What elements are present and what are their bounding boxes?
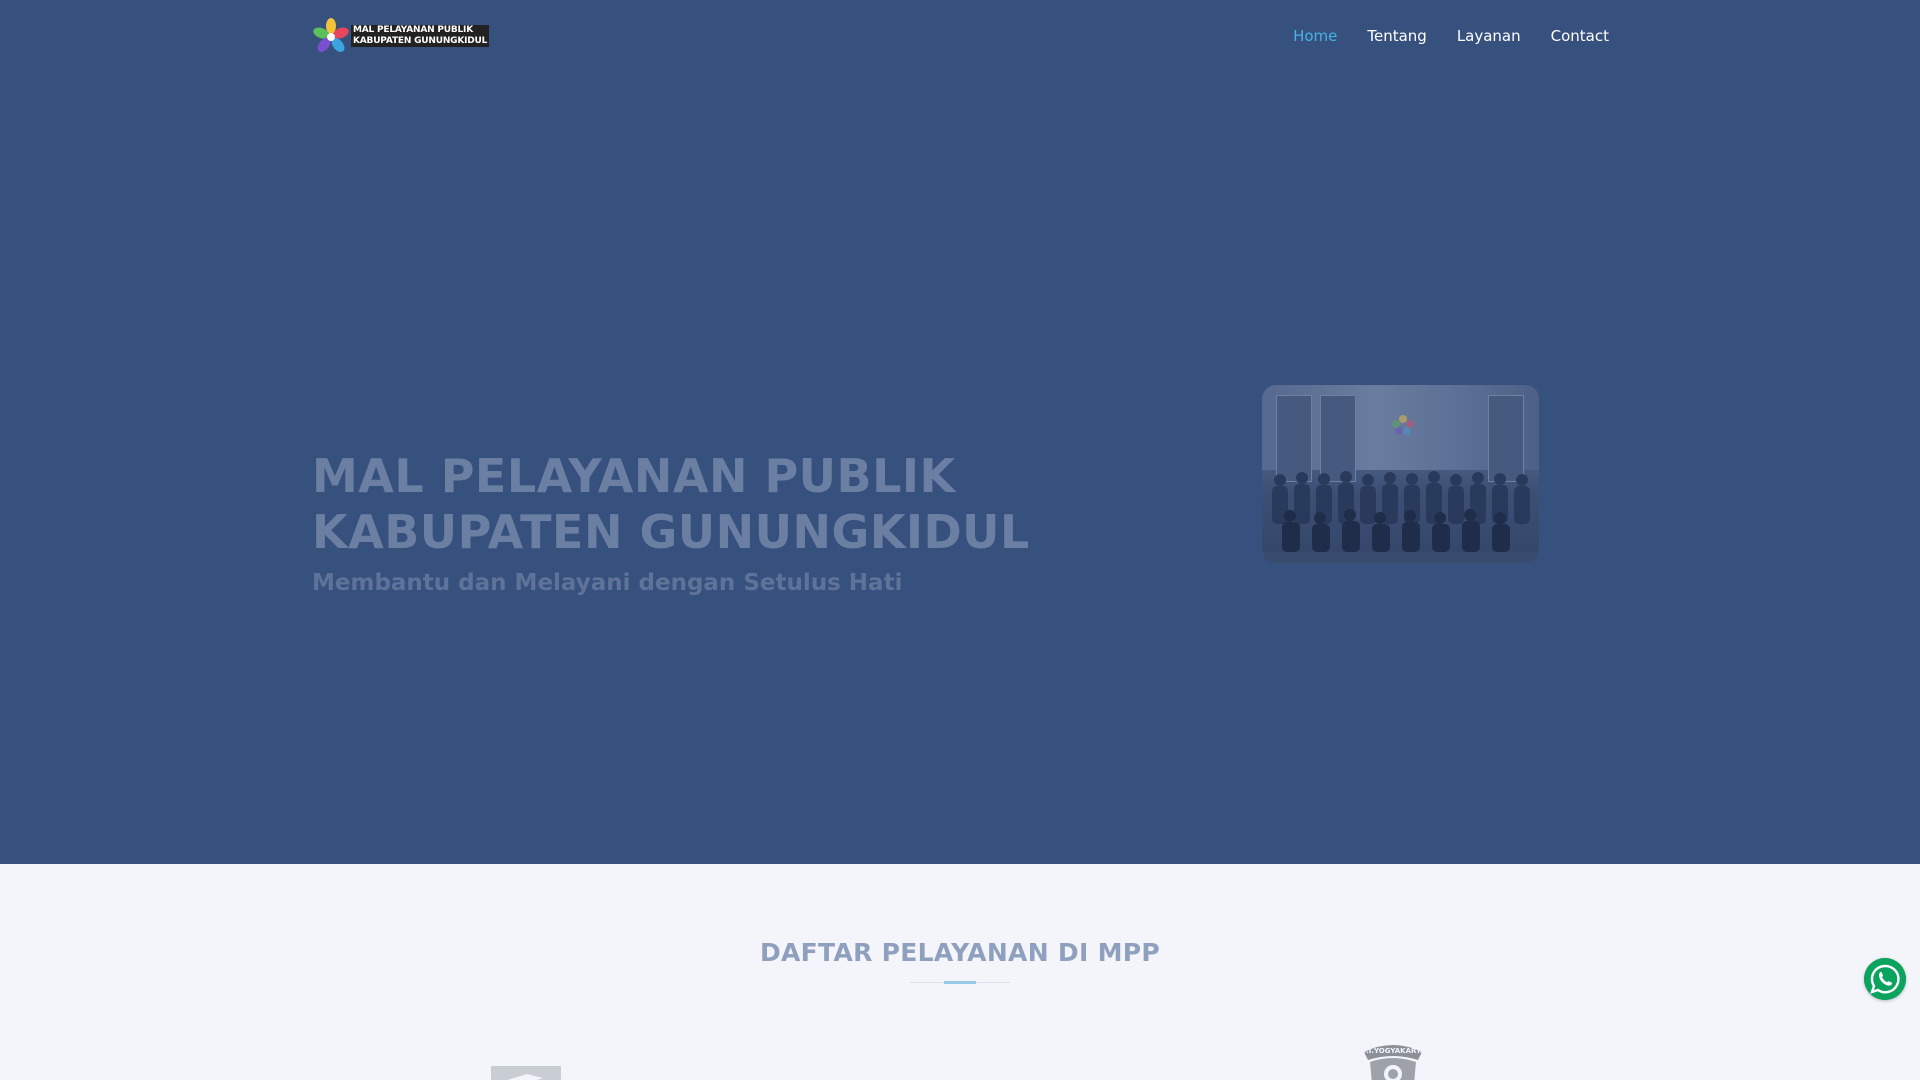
police-badge-icon[interactable]: D.I.YOGYAKARTA	[1358, 1038, 1428, 1080]
hero-title-line-2: KABUPATEN GUNUNGKIDUL	[312, 505, 1030, 559]
site-logo[interactable]: MAL PELAYANAN PUBLIK KABUPATEN GUNUNGKID…	[313, 16, 490, 56]
colorful-flower-logo-icon	[313, 18, 349, 54]
emblem-logo-icon[interactable]	[838, 1066, 908, 1080]
photo-logo-sign-icon	[1392, 415, 1414, 435]
nav-item-home[interactable]: Home	[1278, 24, 1352, 48]
police-badge-text: D.I.YOGYAKARTA	[1360, 1047, 1426, 1055]
title-accent-bar	[944, 981, 976, 984]
agency-logo-icon[interactable]	[1008, 1074, 1088, 1080]
service-logos-row: D.I.YOGYAKARTA	[0, 1030, 1920, 1080]
logo-text: MAL PELAYANAN PUBLIK KABUPATEN GUNUNGKID…	[351, 24, 490, 48]
logo-line-2: KABUPATEN GUNUNGKIDUL	[351, 36, 490, 48]
institution-logo-icon[interactable]	[1186, 1070, 1256, 1080]
hero-title: MAL PELAYANAN PUBLIK KABUPATEN GUNUNGKID…	[312, 448, 1112, 560]
photo-people-group	[1262, 471, 1539, 563]
logo-line-1: MAL PELAYANAN PUBLIK	[351, 24, 490, 36]
hero-group-photo	[1262, 385, 1539, 563]
hero-section: MAL PELAYANAN PUBLIK KABUPATEN GUNUNGKID…	[0, 0, 1920, 864]
main-nav: Home Tentang Layanan Contact	[1278, 24, 1609, 48]
nav-item-layanan[interactable]: Layanan	[1442, 24, 1536, 48]
nav-item-tentang[interactable]: Tentang	[1352, 24, 1441, 48]
services-title: DAFTAR PELAYANAN DI MPP	[759, 938, 1160, 967]
hero-subtitle: Membantu dan Melayani dengan Setulus Hat…	[312, 570, 903, 596]
whatsapp-button[interactable]	[1864, 958, 1906, 1000]
hero-title-line-1: MAL PELAYANAN PUBLIK	[312, 449, 956, 503]
bank-logo-icon[interactable]	[491, 1056, 561, 1080]
script-logo-icon[interactable]	[668, 1066, 738, 1080]
whatsapp-icon	[1864, 958, 1906, 1000]
navbar: MAL PELAYANAN PUBLIK KABUPATEN GUNUNGKID…	[0, 0, 1920, 72]
nav-item-contact[interactable]: Contact	[1536, 24, 1609, 48]
